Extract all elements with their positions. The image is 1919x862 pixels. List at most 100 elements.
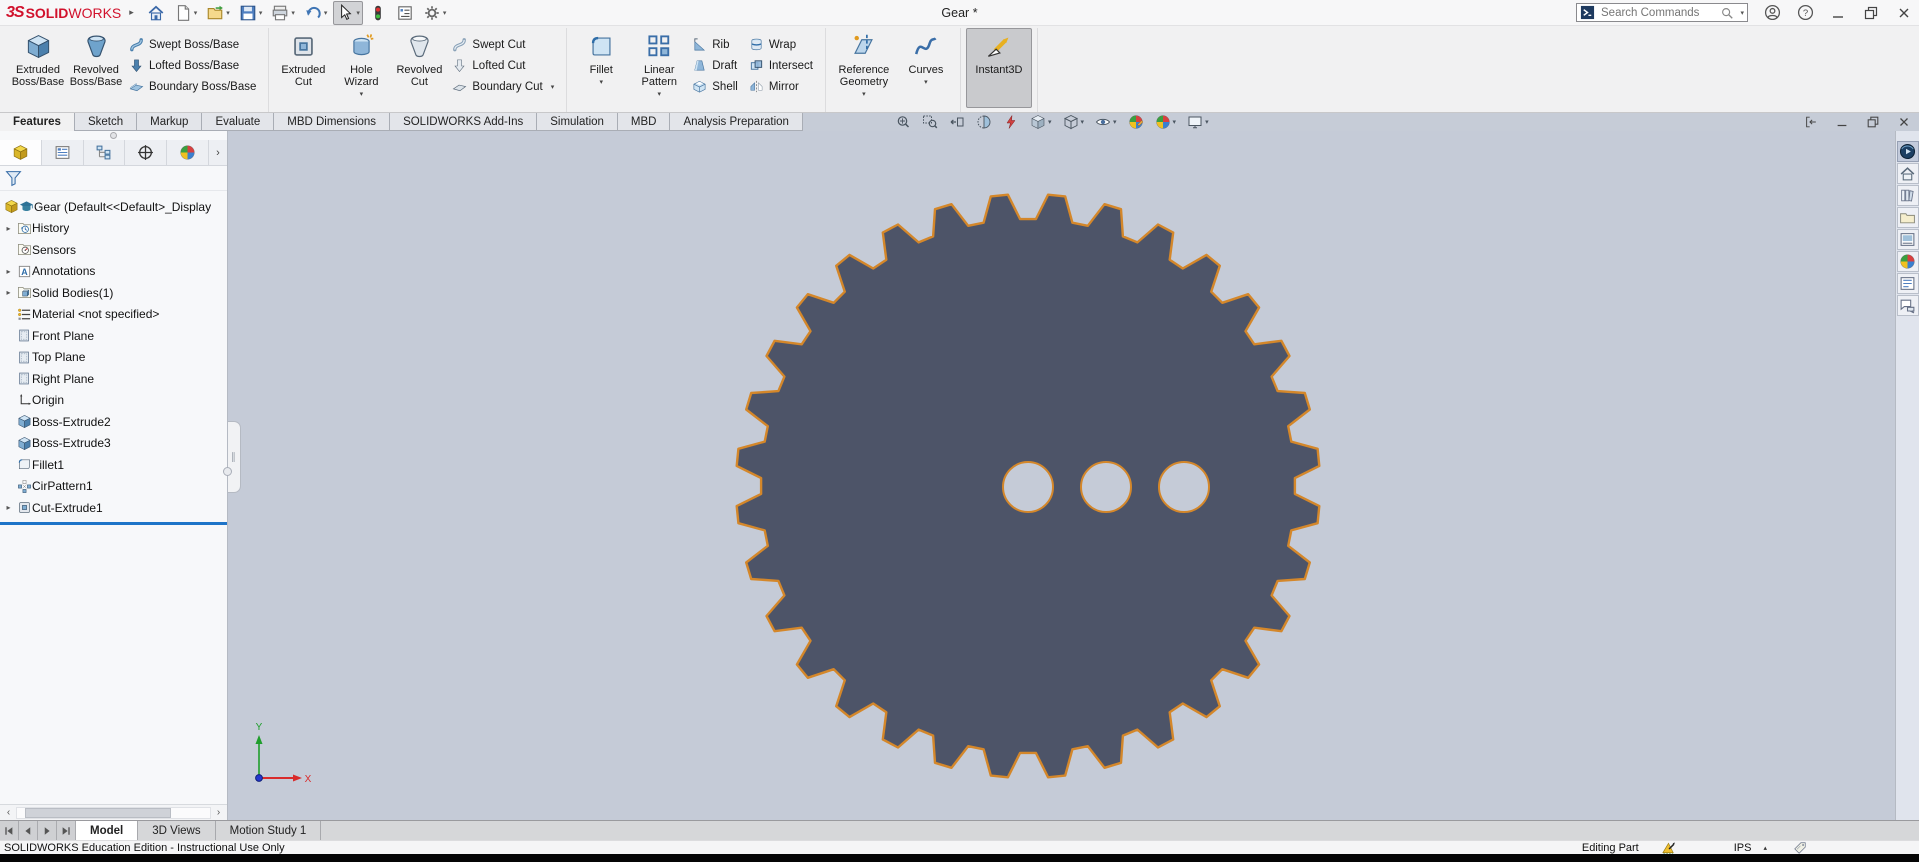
login-button[interactable] bbox=[1763, 4, 1781, 22]
tree-item-material[interactable]: Material <not specified> bbox=[0, 304, 227, 326]
wrap-button[interactable]: Wrap bbox=[745, 34, 820, 55]
tab-analysis-preparation[interactable]: Analysis Preparation bbox=[669, 113, 802, 131]
dock-pane-button[interactable] bbox=[1802, 113, 1820, 131]
units-caret-icon[interactable]: ▴ bbox=[1763, 844, 1767, 852]
file-explorer-button[interactable] bbox=[1897, 207, 1919, 228]
tree-item-front[interactable]: Front Plane bbox=[0, 325, 227, 347]
new-document-button[interactable]: ▾ bbox=[171, 1, 201, 25]
search-commands-box[interactable]: ▾ bbox=[1576, 3, 1748, 22]
home-taskpane-button[interactable] bbox=[1897, 163, 1919, 184]
expand-arrow-icon[interactable]: ▸ bbox=[0, 503, 17, 512]
graphics-viewport[interactable]: Y X ∥ bbox=[228, 131, 1895, 820]
tab-solidworks-add-ins[interactable]: SOLIDWORKS Add-Ins bbox=[389, 113, 537, 131]
search-scope-icon[interactable] bbox=[1580, 5, 1595, 20]
print-button[interactable]: ▾ bbox=[268, 1, 298, 25]
home-button[interactable] bbox=[144, 1, 168, 25]
lofted-boss-base-button[interactable]: Lofted Boss/Base bbox=[125, 55, 263, 76]
tree-item-boss-extrude3[interactable]: Boss-Extrude3 bbox=[0, 433, 227, 455]
tree-item-cirpattern1[interactable]: CirPattern1 bbox=[0, 476, 227, 498]
fillet-button[interactable]: Fillet▾ bbox=[572, 28, 630, 108]
restore-window-button[interactable] bbox=[1862, 4, 1880, 22]
gear-model[interactable] bbox=[228, 131, 1894, 820]
tree-item-cut-extrude1[interactable]: ▸Cut-Extrude1 bbox=[0, 497, 227, 519]
previous-view-button[interactable] bbox=[949, 114, 965, 130]
featuremanager-tree-tab-button[interactable] bbox=[0, 140, 42, 165]
first-item-button[interactable] bbox=[0, 821, 19, 840]
rollback-bar[interactable] bbox=[0, 522, 227, 525]
edit-appearance-button[interactable] bbox=[1128, 114, 1144, 130]
dropdown-caret-icon[interactable]: ▾ bbox=[657, 90, 661, 98]
expand-arrow-icon[interactable]: ▸ bbox=[0, 267, 17, 276]
scroll-right-arrow[interactable]: › bbox=[211, 807, 226, 818]
appearances-scenes-button[interactable] bbox=[1897, 251, 1919, 272]
dropdown-caret-icon[interactable]: ▾ bbox=[1081, 118, 1085, 126]
doc-tab-3d-views[interactable]: 3D Views bbox=[138, 821, 215, 840]
dropdown-caret-icon[interactable]: ▾ bbox=[443, 9, 447, 17]
tree-item-fillet1[interactable]: Fillet1 bbox=[0, 454, 227, 476]
scrollbar-track[interactable] bbox=[16, 807, 211, 819]
dropdown-caret-icon[interactable]: ▾ bbox=[862, 90, 866, 98]
open-document-button[interactable]: ▾ bbox=[203, 1, 233, 25]
dropdown-caret-icon[interactable]: ▾ bbox=[1113, 118, 1117, 126]
dropdown-caret-icon[interactable]: ▾ bbox=[356, 9, 360, 17]
lofted-cut-button[interactable]: Lofted Cut bbox=[448, 55, 561, 76]
rib-button[interactable]: Rib bbox=[688, 34, 745, 55]
dropdown-caret-icon[interactable]: ▾ bbox=[194, 9, 198, 17]
section-view-button[interactable] bbox=[976, 114, 992, 130]
boundary-cut-button[interactable]: Boundary Cut▾ bbox=[448, 76, 561, 97]
dropdown-caret-icon[interactable]: ▾ bbox=[551, 83, 555, 91]
help-button[interactable]: ? bbox=[1796, 4, 1814, 22]
menu-flyout-arrow[interactable]: ▸ bbox=[129, 7, 134, 18]
dropdown-caret-icon[interactable]: ▾ bbox=[599, 78, 603, 86]
displaymanager-tab-button[interactable] bbox=[167, 140, 209, 165]
panel-horizontal-scrollbar[interactable]: ‹ › bbox=[0, 804, 227, 820]
tree-item-boss-extrude2[interactable]: Boss-Extrude2 bbox=[0, 411, 227, 433]
save-button[interactable]: ▾ bbox=[236, 1, 266, 25]
instant3d-button[interactable]: Instant3D bbox=[966, 28, 1032, 108]
tab-mbd-dimensions[interactable]: MBD Dimensions bbox=[273, 113, 390, 131]
dropdown-caret-icon[interactable]: ▾ bbox=[1205, 118, 1209, 126]
doc-tab-model[interactable]: Model bbox=[76, 821, 138, 840]
tab-simulation[interactable]: Simulation bbox=[536, 113, 618, 131]
tab-features[interactable]: Features bbox=[0, 113, 75, 131]
tab-mbd[interactable]: MBD bbox=[617, 113, 671, 131]
intersect-button[interactable]: Intersect bbox=[745, 55, 820, 76]
scroll-left-arrow[interactable]: ‹ bbox=[1, 807, 16, 818]
swept-boss-base-button[interactable]: Swept Boss/Base bbox=[125, 34, 263, 55]
minimize-window-button[interactable] bbox=[1829, 4, 1847, 22]
design-library-button[interactable] bbox=[1897, 185, 1919, 206]
draft-button[interactable]: Draft bbox=[688, 55, 745, 76]
configurationmanager-tab-button[interactable] bbox=[84, 140, 126, 165]
solidworks-resources-button[interactable] bbox=[1897, 141, 1919, 162]
hide-show-items-button[interactable]: ▾ bbox=[1095, 114, 1117, 130]
mirror-button[interactable]: Mirror bbox=[745, 76, 820, 97]
view-orientation-button[interactable]: ▾ bbox=[1030, 114, 1052, 130]
propertymanager-tab-button[interactable] bbox=[42, 140, 84, 165]
performance-pencil-icon[interactable] bbox=[1661, 840, 1676, 855]
panel-flyout-handle[interactable]: ∥ bbox=[228, 421, 241, 493]
rebuild-button[interactable] bbox=[366, 1, 390, 25]
boundary-boss-base-button[interactable]: Boundary Boss/Base bbox=[125, 76, 263, 97]
tree-item-top[interactable]: Top Plane bbox=[0, 347, 227, 369]
tree-item-annotations[interactable]: ▸AAnnotations bbox=[0, 261, 227, 283]
last-item-button[interactable] bbox=[57, 821, 76, 840]
expand-arrow-icon[interactable]: ▸ bbox=[0, 224, 17, 233]
tree-item-solid[interactable]: ▸Solid Bodies(1) bbox=[0, 282, 227, 304]
settings-gear-button[interactable]: ▾ bbox=[420, 1, 450, 25]
view-palette-button[interactable] bbox=[1897, 229, 1919, 250]
dropdown-caret-icon[interactable]: ▾ bbox=[324, 9, 328, 17]
units-selector[interactable]: IPS bbox=[1734, 842, 1752, 854]
close-doc-button[interactable] bbox=[1895, 113, 1913, 131]
tree-item-origin[interactable]: Origin bbox=[0, 390, 227, 412]
zoom-to-area-button[interactable] bbox=[922, 114, 938, 130]
swept-cut-button[interactable]: Swept Cut bbox=[448, 34, 561, 55]
display-style-button[interactable]: ▾ bbox=[1063, 114, 1085, 130]
dropdown-caret-icon[interactable]: ▾ bbox=[1048, 118, 1052, 126]
dropdown-caret-icon[interactable]: ▾ bbox=[226, 9, 230, 17]
search-magnifier-icon[interactable] bbox=[1720, 6, 1734, 20]
dropdown-caret-icon[interactable]: ▾ bbox=[259, 9, 263, 17]
scrollbar-thumb[interactable] bbox=[25, 808, 172, 818]
zoom-to-fit-button[interactable] bbox=[895, 114, 911, 130]
linear-pattern-button[interactable]: Linear Pattern▾ bbox=[630, 28, 688, 108]
hole-wizard-button[interactable]: Hole Wizard▾ bbox=[332, 28, 390, 108]
